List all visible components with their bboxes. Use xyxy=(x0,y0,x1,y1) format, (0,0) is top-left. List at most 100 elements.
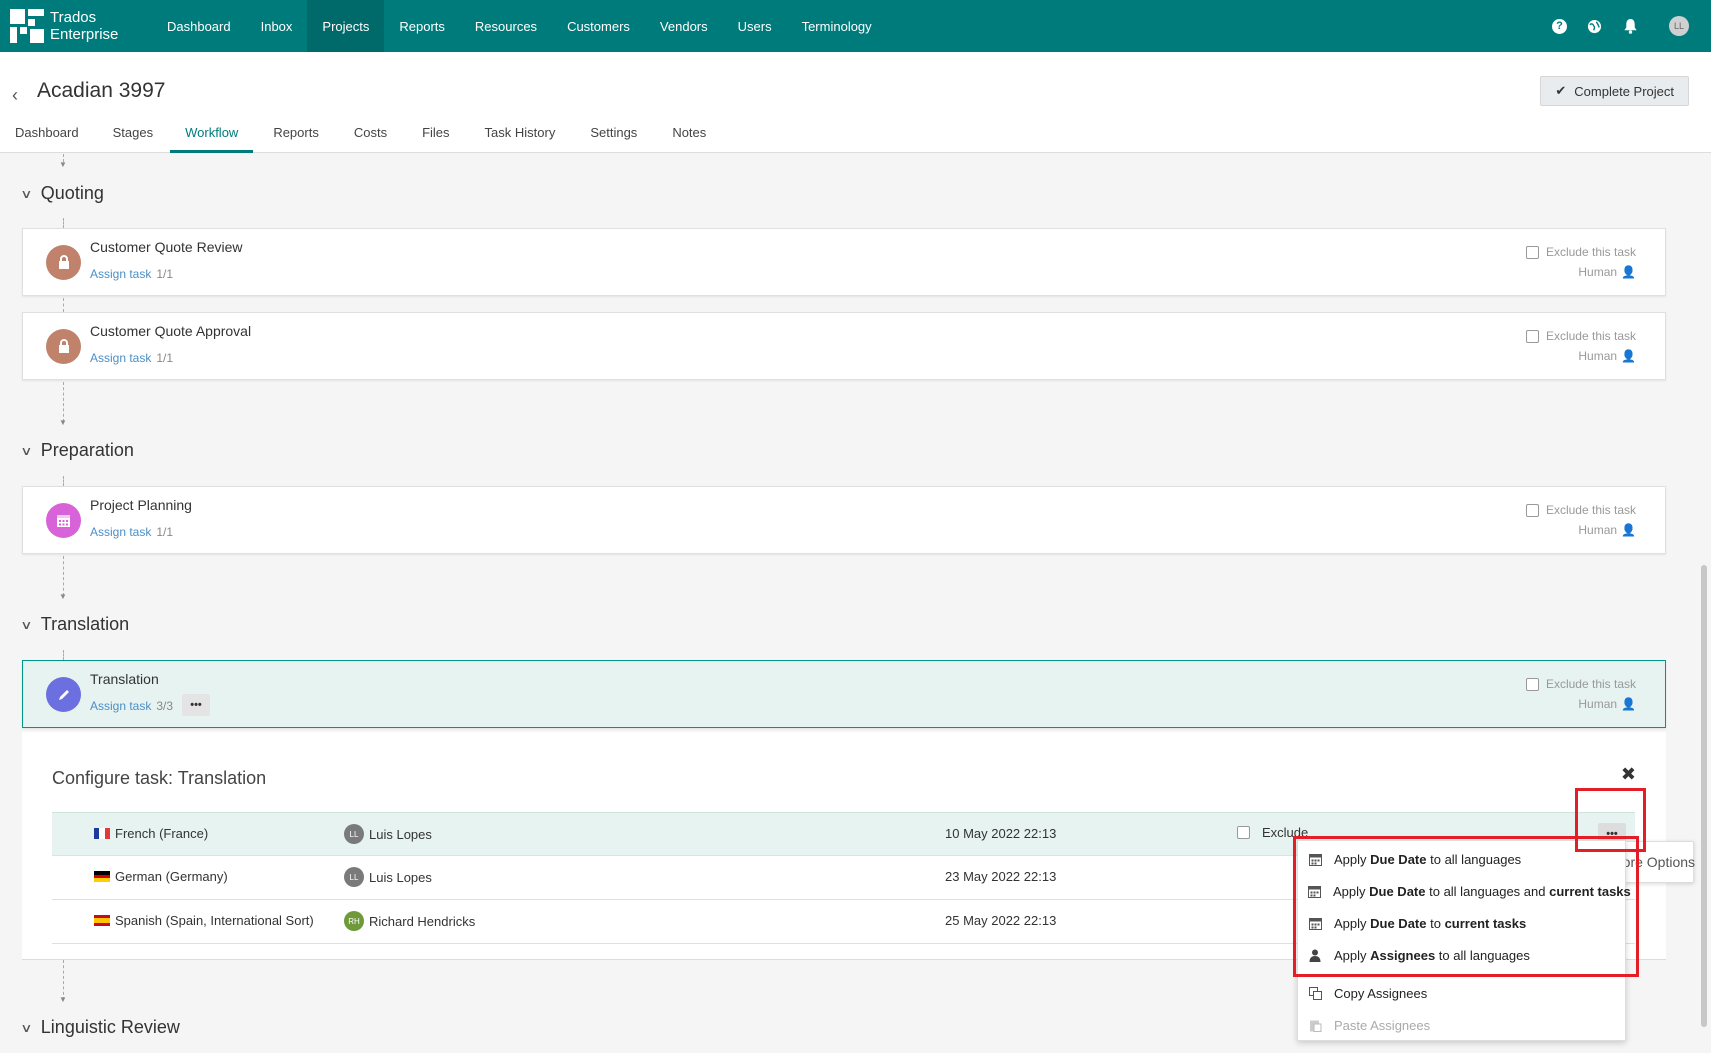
tab-files[interactable]: Files xyxy=(402,122,464,153)
menu-item-paste-assignees[interactable]: Paste Assignees xyxy=(1298,1009,1627,1041)
globe-icon[interactable] xyxy=(1585,17,1603,35)
section-preparation[interactable]: ∨ Preparation xyxy=(20,440,134,461)
project-tabs: Dashboard Stages Workflow Reports Costs … xyxy=(0,122,721,153)
complete-project-button[interactable]: ✔ Complete Project xyxy=(1540,76,1689,106)
task-name: Translation xyxy=(90,671,159,687)
section-title: Quoting xyxy=(40,183,104,203)
nav-item-dashboard[interactable]: Dashboard xyxy=(152,0,246,52)
configure-task-title: Configure task: Translation xyxy=(52,768,267,788)
app-logo[interactable]: Trados Enterprise xyxy=(0,0,150,52)
exclude-task-checkbox[interactable]: Exclude this task xyxy=(1525,245,1636,259)
task-options-button[interactable]: ••• xyxy=(182,694,210,716)
connector xyxy=(63,218,64,228)
paste-icon xyxy=(1308,1018,1322,1032)
due-date-cell[interactable]: 10 May 2022 22:13 xyxy=(945,826,1056,841)
due-date-cell[interactable]: 25 May 2022 22:13 xyxy=(945,913,1056,928)
exclude-task-checkbox[interactable]: Exclude this task xyxy=(1525,329,1636,343)
nav-item-reports[interactable]: Reports xyxy=(384,0,460,52)
assignee-cell[interactable]: LL Luis Lopes xyxy=(344,867,432,887)
task-name: Project Planning xyxy=(90,497,192,513)
exclude-task-checkbox[interactable]: Exclude this task xyxy=(1525,503,1636,517)
task-card[interactable]: Project Planning Assign task 1/1 Exclude … xyxy=(22,486,1666,554)
tab-notes[interactable]: Notes xyxy=(652,122,721,153)
project-header: ‹ Acadian 3997 ✔ Complete Project Dashbo… xyxy=(0,52,1711,153)
tab-task-history[interactable]: Task History xyxy=(465,122,571,153)
nav-item-customers[interactable]: Customers xyxy=(552,0,645,52)
menu-item-apply-due-date-all[interactable]: Apply Due Date to all languages xyxy=(1298,843,1627,875)
tab-reports[interactable]: Reports xyxy=(253,122,334,153)
task-name: Customer Quote Approval xyxy=(90,323,252,339)
checkbox[interactable] xyxy=(1525,503,1539,517)
lock-icon xyxy=(46,245,81,280)
copy-icon xyxy=(1308,986,1322,1000)
menu-divider xyxy=(1298,975,1627,976)
scrollbar[interactable] xyxy=(1701,565,1707,1027)
language-cell: French (France) xyxy=(94,826,208,841)
nav-item-inbox[interactable]: Inbox xyxy=(246,0,308,52)
due-date-cell[interactable]: 23 May 2022 22:13 xyxy=(945,869,1056,884)
assignee-cell[interactable]: LL Luis Lopes xyxy=(344,824,432,844)
connector xyxy=(63,960,64,1000)
checkbox[interactable] xyxy=(1237,826,1250,839)
tab-costs[interactable]: Costs xyxy=(334,122,402,153)
bell-icon[interactable] xyxy=(1621,17,1639,35)
nav-item-users[interactable]: Users xyxy=(723,0,787,52)
more-options-menu: Apply Due Date to all languages Apply Du… xyxy=(1297,840,1631,1041)
assign-task-link[interactable]: Assign task 1/1 xyxy=(90,525,173,539)
menu-item-apply-assignees-all[interactable]: Apply Assignees to all languages xyxy=(1298,939,1627,971)
user-icon: 👤 xyxy=(1621,265,1636,279)
task-type: Human 👤 xyxy=(1578,697,1636,711)
flag-spain-icon xyxy=(94,915,110,926)
language-cell: Spanish (Spain, International Sort) xyxy=(94,913,314,928)
nav-item-terminology[interactable]: Terminology xyxy=(787,0,887,52)
assign-task-link[interactable]: Assign task 1/1 xyxy=(90,351,173,365)
back-arrow-icon[interactable]: ‹ xyxy=(12,85,18,106)
task-name: Customer Quote Review xyxy=(90,239,243,255)
task-type: Human 👤 xyxy=(1578,523,1636,537)
user-icon: 👤 xyxy=(1621,523,1636,537)
section-translation[interactable]: ∨ Translation xyxy=(20,614,130,635)
task-card[interactable]: Customer Quote Review Assign task 1/1 Exc… xyxy=(22,228,1666,296)
menu-item-apply-due-date-current[interactable]: Apply Due Date to current tasks xyxy=(1298,907,1627,939)
nav-item-vendors[interactable]: Vendors xyxy=(645,0,723,52)
help-icon[interactable]: ? xyxy=(1552,18,1567,34)
task-card[interactable]: Translation Assign task 3/3 ••• Exclude t… xyxy=(22,660,1666,728)
assign-task-link[interactable]: Assign task 3/3 xyxy=(90,699,173,713)
nav-item-resources[interactable]: Resources xyxy=(460,0,552,52)
logo-line2: Enterprise xyxy=(50,26,119,43)
calendar-icon xyxy=(1308,916,1322,930)
connector xyxy=(63,650,64,660)
lock-icon xyxy=(46,329,81,364)
tab-settings[interactable]: Settings xyxy=(570,122,652,153)
connector xyxy=(63,298,64,312)
arrow-down-icon: ▼ xyxy=(59,160,67,169)
assign-task-link[interactable]: Assign task 1/1 xyxy=(90,267,173,281)
exclude-task-checkbox[interactable]: Exclude this task xyxy=(1525,677,1636,691)
section-quoting[interactable]: ∨ Quoting xyxy=(20,183,104,204)
menu-item-apply-due-date-all-current[interactable]: Apply Due Date to all languages and curr… xyxy=(1298,875,1631,907)
user-icon xyxy=(1308,948,1322,962)
section-title: Preparation xyxy=(40,440,134,460)
avatar: LL xyxy=(344,824,364,844)
user-avatar[interactable]: LL xyxy=(1669,16,1689,36)
arrow-down-icon: ▼ xyxy=(59,592,67,601)
checkbox[interactable] xyxy=(1525,245,1539,259)
checkbox[interactable] xyxy=(1525,329,1539,343)
assignee-cell[interactable]: RH Richard Hendricks xyxy=(344,911,475,931)
tab-workflow[interactable]: Workflow xyxy=(170,122,254,153)
checkbox[interactable] xyxy=(1525,677,1539,691)
connector xyxy=(63,476,64,486)
menu-item-copy-assignees[interactable]: Copy Assignees xyxy=(1298,977,1627,1009)
task-card[interactable]: Customer Quote Approval Assign task 1/1 E… xyxy=(22,312,1666,380)
chevron-down-icon: ∨ xyxy=(20,617,33,632)
section-linguistic-review[interactable]: ∨ Linguistic Review xyxy=(20,1017,180,1038)
tab-dashboard[interactable]: Dashboard xyxy=(0,122,94,153)
section-title: Translation xyxy=(40,614,130,634)
task-type: Human 👤 xyxy=(1578,349,1636,363)
connector xyxy=(63,556,64,596)
nav-item-projects[interactable]: Projects xyxy=(307,0,385,52)
tab-stages[interactable]: Stages xyxy=(94,122,170,153)
close-icon[interactable]: ✖ xyxy=(1621,764,1636,785)
exclude-checkbox[interactable]: Exclude xyxy=(1237,825,1308,840)
section-title: Linguistic Review xyxy=(40,1017,180,1037)
